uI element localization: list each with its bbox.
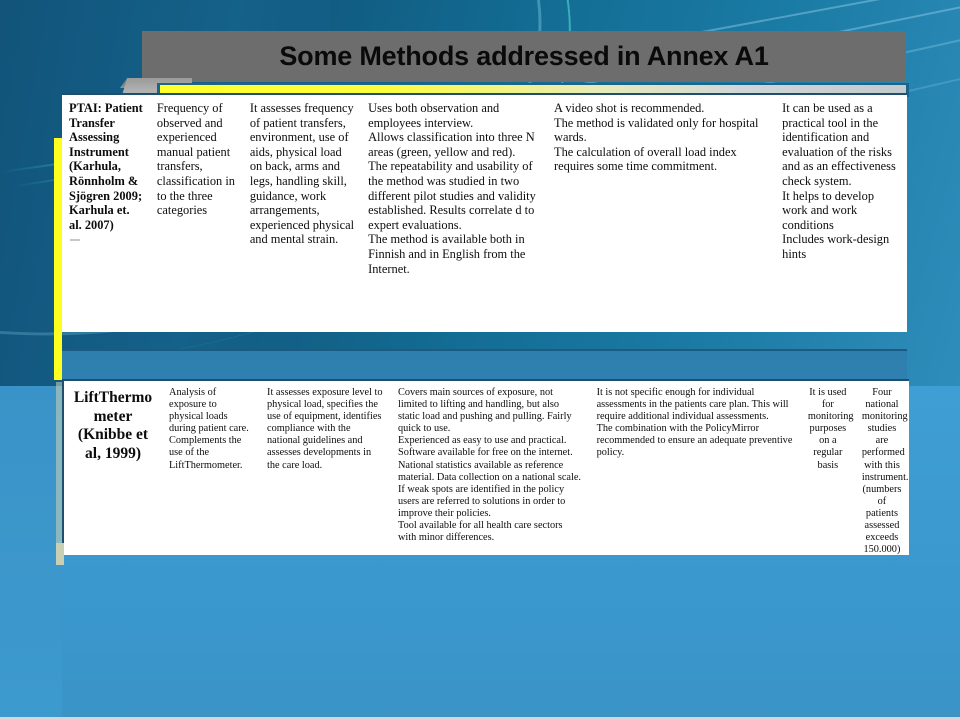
limitation-line: The combination with the PolicyMirror re… (596, 423, 793, 459)
purpose-line: Complements the use of the LiftThermomet… (169, 435, 243, 471)
left-yellow-accent (54, 318, 62, 380)
strength-line: The repeatability and usability of the m… (368, 159, 536, 232)
scan-artifact (70, 239, 80, 241)
table-separator-band (62, 351, 907, 379)
cell-strengths: Covers main sources of exposure, not lim… (391, 381, 590, 560)
cell-extra: Four national monitoring studies are per… (861, 387, 909, 556)
use-line: It helps to develop work and work condit… (782, 188, 875, 232)
limitation-line: A video shot is recommended. (554, 101, 705, 115)
slide-canvas: Some Methods addressed in Annex A1 PTAI:… (0, 0, 960, 720)
cell-method-name: LiftThermo meter (Knibbe et al, 1999) (73, 389, 153, 462)
cell-limitations: A video shot is recommended. The method … (547, 95, 775, 280)
methods-table-liftthermometer: LiftThermo meter (Knibbe et al, 1999) An… (62, 379, 909, 555)
purpose-line: Analysis of exposure to physical loads d… (169, 387, 249, 435)
table-row: LiftThermo meter (Knibbe et al, 1999) An… (64, 381, 909, 560)
strength-line: Experienced as easy to use and practical… (398, 435, 581, 483)
strength-line: The method is available both in Finnish … (368, 232, 526, 276)
limitation-line: It is not specific enough for individual… (596, 387, 789, 423)
cell-purpose: Analysis of exposure to physical loads d… (162, 381, 260, 560)
background-left-strip (0, 386, 62, 720)
cell-assesses: It assesses frequency of patient transfe… (249, 101, 355, 247)
use-line: Includes work-design hints (782, 232, 890, 261)
left-yellow-accent (54, 138, 62, 338)
cell-purpose: Frequency of observed and experienced ma… (156, 101, 235, 218)
table: LiftThermo meter (Knibbe et al, 1999) An… (64, 381, 909, 560)
strength-line: If weak spots are identified in the poli… (398, 483, 566, 519)
methods-table-ptai: PTAI: Patient Transfer Assessing Instrum… (62, 93, 907, 332)
cell-use: It can be used as a practical tool in th… (775, 95, 907, 280)
cell-method-name: PTAI: Patient Transfer Assessing Instrum… (69, 101, 143, 232)
strength-line: Tool available for all health care secto… (398, 520, 563, 544)
table: PTAI: Patient Transfer Assessing Instrum… (62, 95, 907, 280)
limitation-line: The calculation of overall load index re… (554, 144, 737, 174)
slide-title-banner: Some Methods addressed in Annex A1 (142, 31, 906, 82)
cell-limitations: It is not specific enough for individual… (590, 381, 801, 560)
left-edge-tick (56, 543, 64, 565)
cell-use: It is used for monitoring purposes on a … (807, 387, 854, 471)
use-line: It can be used as a practical tool in th… (782, 101, 896, 188)
table-row: PTAI: Patient Transfer Assessing Instrum… (62, 95, 907, 280)
strength-line: Uses both observation and employees inte… (368, 101, 500, 130)
limitation-line: The method is validated only for hospita… (554, 115, 759, 145)
cell-strengths: Uses both observation and employees inte… (361, 95, 547, 280)
strength-line: Covers main sources of exposure, not lim… (398, 387, 572, 435)
page-title: Some Methods addressed in Annex A1 (279, 41, 769, 71)
cell-assesses: It assesses exposure level to physical l… (267, 387, 383, 471)
strength-line: Allows classification into three N areas… (368, 130, 535, 159)
